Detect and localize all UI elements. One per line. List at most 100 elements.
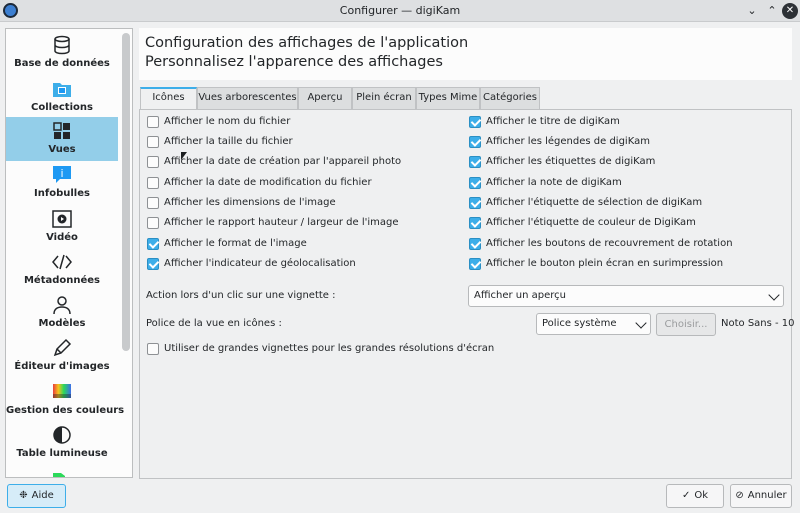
checkbox[interactable] [147, 177, 159, 189]
checkbox[interactable] [469, 136, 481, 148]
checkbox-label: Afficher les boutons de recouvrement de … [486, 238, 733, 249]
checkbox-label: Afficher la date de modification du fich… [164, 177, 372, 188]
help-button[interactable]: ❉ Aide [7, 484, 66, 508]
maximize-icon[interactable]: ⌃ [764, 3, 780, 19]
sidebar-item-templates[interactable]: Modèles [6, 291, 118, 335]
checkbox-label: Afficher le bouton plein écran en surimp… [486, 258, 724, 269]
checkbox-label: Afficher les étiquettes de digiKam [486, 156, 656, 167]
sidebar-item-color-management[interactable]: Gestion des couleurs [6, 378, 125, 422]
checkbox[interactable] [147, 197, 159, 209]
page-subtitle: Personnalisez l'apparence des affichages [145, 54, 443, 70]
checkbox[interactable] [147, 238, 159, 250]
ok-button-label: Ok [694, 490, 709, 501]
window-title: Configurer — digiKam [339, 4, 461, 17]
sidebar-item-label: Infobulles [34, 188, 90, 199]
tab-preview[interactable]: Aperçu [298, 87, 352, 109]
page-header: Configuration des affichages de l'applic… [139, 28, 792, 80]
grid-view-icon [53, 122, 70, 139]
font-select[interactable]: Police système [536, 313, 651, 335]
sidebar-item-label: Vidéo [46, 232, 78, 243]
checkbox-label: Afficher le rapport hauteur / largeur de… [164, 217, 399, 228]
font-value: Police système [542, 318, 617, 329]
partial-icon [53, 473, 65, 477]
checkbox-label: Afficher les dimensions de l'image [164, 197, 336, 208]
checkbox[interactable] [469, 258, 481, 270]
checkbox-label: Afficher l'indicateur de géolocalisation [164, 258, 356, 269]
checkbox-label: Afficher le titre de digiKam [486, 116, 620, 127]
sidebar-item-light-table[interactable]: Table lumineuse [6, 421, 118, 465]
checkbox-label: Afficher la date de création par l'appar… [164, 156, 402, 167]
current-font-label: Noto Sans - 10 [721, 318, 795, 329]
title-bar: Configurer — digiKam ⌄ ⌃ ✕ [0, 0, 800, 22]
click-action-value: Afficher un aperçu [474, 290, 566, 301]
color-palette-icon [53, 384, 71, 398]
help-lifebuoy-icon: ❉ [19, 490, 28, 501]
checkbox[interactable] [469, 238, 481, 250]
cancel-button[interactable]: ⊘ Annuler [730, 484, 792, 508]
pencil-icon [53, 338, 72, 357]
click-action-label: Action lors d'un clic sur une vignette : [146, 290, 336, 301]
sidebar-scrollbar[interactable] [122, 33, 130, 351]
checkbox[interactable] [147, 343, 159, 355]
checkbox-label: Afficher l'étiquette de sélection de dig… [486, 197, 703, 208]
info-tooltip-icon: i [53, 166, 71, 183]
choose-font-button[interactable]: Choisir... [656, 313, 716, 336]
tab-fullscreen[interactable]: Plein écran [352, 87, 416, 109]
checkbox[interactable] [469, 116, 481, 128]
sidebar-item-label: Éditeur d'images [14, 361, 110, 372]
checkbox[interactable] [147, 136, 159, 148]
sidebar-item-label: Vues [48, 144, 76, 155]
sidebar-item-label: Base de données [14, 58, 110, 69]
database-icon [54, 35, 70, 55]
settings-sidebar[interactable]: Base de données Collections Vues i Infob… [5, 28, 133, 478]
sidebar-item-video[interactable]: Vidéo [6, 205, 118, 249]
sidebar-item-collections[interactable]: Collections [6, 75, 118, 119]
checkbox[interactable] [469, 217, 481, 229]
chevron-down-icon [635, 317, 647, 329]
sidebar-item-views[interactable]: Vues [6, 117, 118, 161]
svg-text:i: i [60, 167, 63, 180]
tab-categories[interactable]: Catégories [480, 87, 540, 109]
checkbox[interactable] [147, 116, 159, 128]
light-table-icon [53, 426, 71, 444]
cancel-icon: ⊘ [735, 490, 744, 501]
sidebar-item-tooltips[interactable]: i Infobulles [6, 161, 118, 205]
checkbox-label: Afficher le format de l'image [164, 238, 307, 249]
icon-font-label: Police de la vue en icônes : [146, 318, 282, 329]
checkbox[interactable] [147, 258, 159, 270]
checkbox[interactable] [147, 156, 159, 168]
sidebar-item-metadata[interactable]: Métadonnées [6, 248, 118, 292]
folder-image-icon [53, 83, 71, 97]
checkbox[interactable] [469, 197, 481, 209]
checkbox-label: Afficher la note de digiKam [486, 177, 622, 188]
checkbox-label: Afficher l'étiquette de couleur de DigiK… [486, 217, 696, 228]
ok-button[interactable]: ✓ Ok [666, 484, 724, 508]
sidebar-item-label: Collections [31, 102, 93, 113]
chevron-down-icon[interactable]: ⌄ [744, 3, 760, 19]
tab-tree-views[interactable]: Vues arborescentes [197, 87, 298, 109]
checkbox[interactable] [147, 217, 159, 229]
chevron-down-icon [768, 289, 780, 301]
video-icon [52, 210, 72, 228]
checkbox[interactable] [469, 156, 481, 168]
page-title: Configuration des affichages de l'applic… [145, 35, 469, 51]
checkbox[interactable] [469, 177, 481, 189]
sidebar-item-label: Table lumineuse [16, 448, 108, 459]
sidebar-item-label: Métadonnées [23, 275, 101, 286]
tab-mime-types[interactable]: Types Mime [416, 87, 480, 109]
sidebar-item-label: Modèles [38, 318, 86, 329]
tab-icons[interactable]: Icônes [140, 87, 197, 110]
checkbox-label: Afficher les légendes de digiKam [486, 136, 650, 147]
sidebar-item-label: Gestion des couleurs [6, 405, 125, 416]
click-action-select[interactable]: Afficher un aperçu [468, 285, 784, 307]
checkbox-label: Utiliser de grandes vignettes pour les g… [164, 343, 495, 354]
sidebar-item-image-editor[interactable]: Éditeur d'images [6, 334, 118, 378]
sidebar-item-partial[interactable] [6, 465, 118, 477]
user-icon [53, 296, 71, 315]
sidebar-item-database[interactable]: Base de données [6, 31, 118, 75]
checkbox-label: Afficher le nom du fichier [164, 116, 291, 127]
mouse-cursor-icon [181, 152, 187, 160]
checkbox-label: Afficher la taille du fichier [164, 136, 293, 147]
checkmark-icon: ✓ [681, 490, 691, 501]
close-icon[interactable]: ✕ [782, 3, 798, 19]
